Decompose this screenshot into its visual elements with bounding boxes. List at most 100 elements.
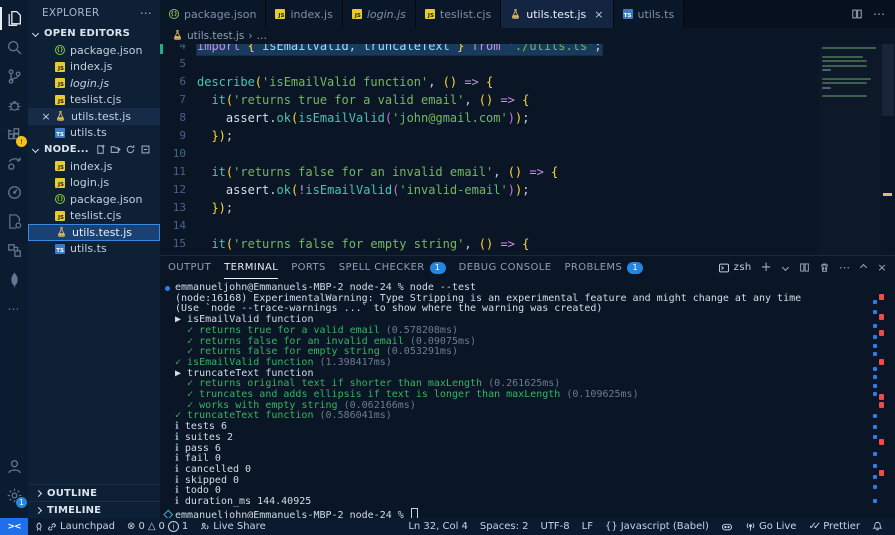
code-line-9[interactable]: 9 }); [160,127,895,145]
file-utils.ts[interactable]: TS utils.ts [28,241,160,258]
remote-share-icon[interactable] [0,149,28,178]
file-teslist.cjs[interactable]: JS teslist.cjs [28,208,160,225]
more-actions-icon[interactable]: ⋯ [0,294,28,323]
panel-more-icon[interactable]: ⋯ [839,261,850,274]
kill-terminal-trash-icon[interactable] [819,262,830,273]
editor-more-icon[interactable]: ⋯ [873,7,885,21]
tab-utils.ts[interactable]: TS utils.ts [613,0,685,28]
go-live-item[interactable]: Go Live [739,518,802,535]
close-panel-icon[interactable]: × [877,261,887,274]
code-line-11[interactable]: 11 it('returns false for an invalid emai… [160,163,895,181]
mongodb-icon[interactable] [0,265,28,294]
live-share-label: Live Share [213,521,266,532]
debug-bug-icon[interactable] [0,91,28,120]
encoding[interactable]: UTF-8 [535,518,576,535]
js-file-icon: JS [351,9,362,19]
open-editor-teslist.cjs[interactable]: JS teslist.cjs [28,92,160,109]
file-utils.test.js[interactable]: utils.test.js [28,224,160,241]
terminal-output[interactable]: emmanueljohn@Emmanuels-MBP-2 node-24 % n… [160,280,895,518]
timeline-header[interactable]: TIMELINE [28,501,160,518]
terminal-shell-selector[interactable]: zsh [718,262,752,274]
tab-index.js[interactable]: JS index.js [266,0,343,28]
code-line-12[interactable]: 12 assert.ok(!isEmailValid('invalid-emai… [160,181,895,199]
language-mode[interactable]: {} Javascript (Babel) [599,518,715,535]
file-package.json[interactable]: {} package.json [28,191,160,208]
code-runner-icon[interactable] [0,207,28,236]
tab-login.js[interactable]: JS login.js [342,0,416,28]
notifications-bell-icon[interactable] [866,518,889,535]
launchpad-item[interactable]: Launchpad [28,518,121,535]
breadcrumb-file[interactable]: utils.test.js [187,30,244,42]
folder-header[interactable]: NODE... [28,141,160,158]
code-line-4[interactable]: 4 import { isEmailValid, truncateText } f… [160,44,895,55]
remote-indicator[interactable]: >< [0,518,28,535]
panel-tab-spell-checker[interactable]: SPELL CHECKER 1 [339,256,446,279]
file-login.js[interactable]: JS login.js [28,175,160,192]
open-editor-utils.test.js[interactable]: × utils.test.js [28,108,160,125]
panel-tab-problems[interactable]: PROBLEMS 1 [564,256,644,279]
code-line-14[interactable]: 14 [160,217,895,235]
file-index.js[interactable]: JS index.js [28,158,160,175]
live-share-sessions-icon[interactable] [0,236,28,265]
settings-gear-icon[interactable]: 1 [0,481,28,510]
history-timer-icon[interactable] [0,178,28,207]
open-editor-login.js[interactable]: JS login.js [28,75,160,92]
panel-header: OUTPUT TERMINAL PORTS SPELL CHECKER 1 DEBUG C… [160,256,895,279]
terminal-dropdown-icon[interactable] [781,263,790,272]
tab-package.json[interactable]: {} package.json [160,0,267,28]
close-editor-icon[interactable]: × [40,110,52,123]
open-editors-header[interactable]: OPEN EDITORS [28,25,160,42]
panel-tab-output[interactable]: OUTPUT [168,256,211,279]
scrollbar-slider[interactable] [882,44,894,116]
minimap[interactable] [819,44,881,255]
collapse-all-icon[interactable] [140,144,151,155]
code-line-15[interactable]: 15 it('returns false for empty string', … [160,235,895,253]
panel-tab-terminal[interactable]: TERMINAL [224,256,279,279]
new-terminal-icon[interactable]: + [761,260,772,275]
breadcrumb[interactable]: utils.test.js › … [160,28,895,44]
code-line-13[interactable]: 13 }); [160,199,895,217]
panel-tab-ports[interactable]: PORTS [291,256,326,279]
editor-tab-bar: {} package.json JS index.js JS login.js JS tesl… [160,0,895,28]
cursor-position[interactable]: Ln 32, Col 4 [402,518,474,535]
info-icon: i [167,521,179,532]
live-share-item[interactable]: Live Share [194,518,271,535]
copilot-status-icon[interactable] [715,518,739,535]
eol-sequence[interactable]: LF [576,518,599,535]
outline-header[interactable]: OUTLINE [28,484,160,501]
extensions-icon[interactable]: ! [0,120,28,149]
maximize-panel-icon[interactable] [860,263,868,272]
split-terminal-icon[interactable] [799,262,810,273]
explorer-icon[interactable] [0,4,28,33]
open-editor-package.json[interactable]: {} package.json [28,42,160,59]
code-line-5[interactable]: 5 [160,55,895,73]
accounts-icon[interactable] [0,452,28,481]
explorer-more-icon[interactable]: ⋯ [140,6,152,20]
open-editor-index.js[interactable]: JS index.js [28,59,160,76]
breadcrumb-more[interactable]: … [257,30,268,42]
split-editor-icon[interactable] [851,8,863,20]
code-editor[interactable]: 4 import { isEmailValid, truncateText } f… [160,44,895,255]
code-line-7[interactable]: 7 it('returns true for a valid email', (… [160,91,895,109]
prettier-item[interactable]: ✓✓ Prettier [802,518,866,535]
overview-ruler[interactable] [881,44,895,255]
line-text: assert.ok(isEmailValid('john@gmail.com')… [225,111,530,125]
search-icon[interactable] [0,33,28,62]
new-file-icon[interactable] [95,144,106,155]
open-editor-utils.ts[interactable]: TS utils.ts [28,125,160,142]
close-tab-icon[interactable]: × [594,8,603,21]
source-control-icon[interactable] [0,62,28,91]
refresh-icon[interactable] [125,144,136,155]
panel-tab-debug-console[interactable]: DEBUG CONSOLE [459,256,552,279]
new-folder-icon[interactable] [110,144,121,155]
code-line-10[interactable]: 10 [160,145,895,163]
code-line-8[interactable]: 8 assert.ok(isEmailValid('john@gmail.com… [160,109,895,127]
js-file-icon: JS [424,9,435,19]
indentation[interactable]: Spaces: 2 [474,518,535,535]
problems-status-item[interactable]: ⊗ 0 △ 0 i 1 [121,518,194,535]
tab-teslist.cjs[interactable]: JS teslist.cjs [415,0,502,28]
code-line-6[interactable]: 6 describe('isEmailValid function', () =>… [160,73,895,91]
tab-utils.test.js[interactable]: utils.test.js × [501,0,614,28]
status-right: Ln 32, Col 4 Spaces: 2 UTF-8 LF {} Javas… [402,518,895,535]
js-file-icon: JS [55,210,65,221]
